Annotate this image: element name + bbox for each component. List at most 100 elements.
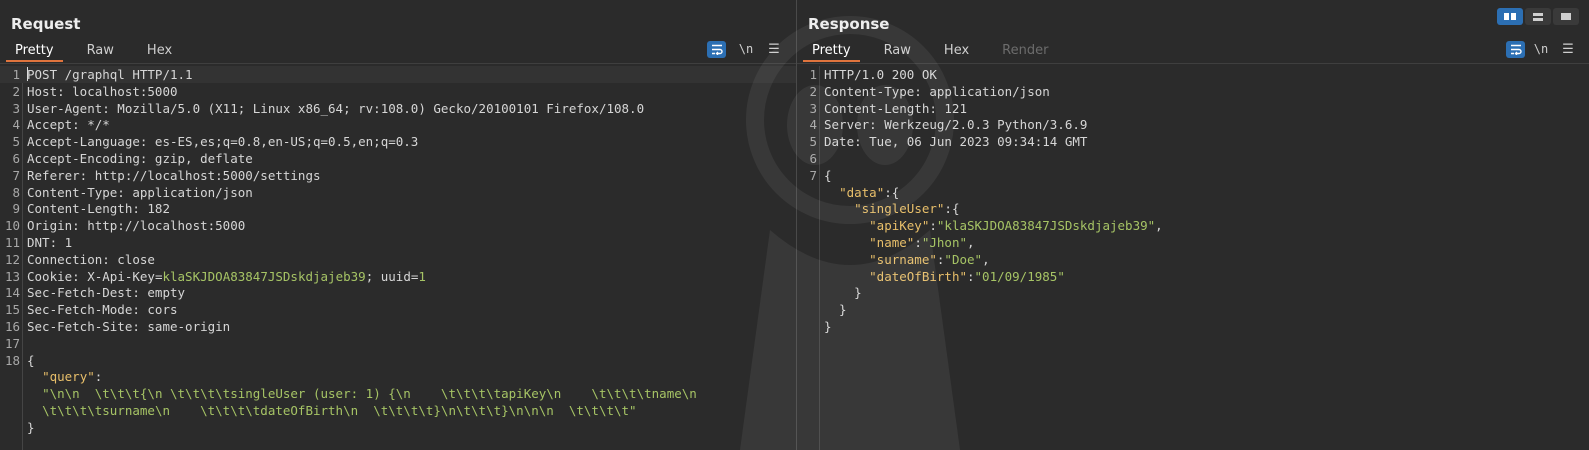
request-line[interactable]: 7 Referer: http://localhost:5000/settings: [0, 167, 796, 184]
request-line-text: Sec-Fetch-Mode: cors: [27, 302, 178, 318]
response-line[interactable]: 3 Content-Length: 121: [797, 100, 1589, 117]
response-line[interactable]: "singleUser":{: [797, 200, 1589, 217]
response-line-number: 1: [809, 67, 817, 82]
response-line-text: }: [824, 285, 862, 301]
response-line[interactable]: 4 Server: Werkzeug/2.0.3 Python/3.6.9: [797, 116, 1589, 133]
response-line[interactable]: 1 HTTP/1.0 200 OK: [797, 66, 1589, 83]
response-wrap-lines-button[interactable]: [1506, 41, 1525, 58]
request-line[interactable]: 1 POST /graphql HTTP/1.1: [0, 66, 796, 83]
layout-stacked-icon[interactable]: [1525, 8, 1551, 25]
response-line-text: "surname":"Doe",: [869, 251, 990, 267]
request-line-number: 13: [4, 268, 20, 284]
request-tab-pretty[interactable]: Pretty: [6, 42, 63, 62]
response-line[interactable]: "surname":"Doe",: [797, 251, 1589, 268]
response-newline-toggle[interactable]: \n: [1532, 41, 1550, 58]
request-line[interactable]: 16 Sec-Fetch-Site: same-origin: [0, 318, 796, 335]
request-title: Request: [11, 15, 81, 33]
layout-side-by-side-icon[interactable]: [1497, 8, 1523, 25]
layout-tabs-icon[interactable]: [1553, 8, 1579, 25]
request-newline-toggle[interactable]: \n: [737, 41, 755, 58]
response-line-text: "apiKey":"klaSKJDOA83847JSDskdjajeb39",: [869, 218, 1163, 234]
request-line[interactable]: 12 Connection: close: [0, 251, 796, 268]
request-line-number: 2: [12, 83, 20, 99]
wrap-lines-icon: [1510, 44, 1522, 55]
request-pane: Request Pretty Raw Hex \n ☰ 1 POST /graph…: [0, 0, 796, 450]
request-line-text: {: [27, 352, 35, 368]
response-line[interactable]: "apiKey":"klaSKJDOA83847JSDskdjajeb39",: [797, 217, 1589, 234]
response-tab-hex[interactable]: Hex: [935, 42, 978, 62]
response-line[interactable]: "data":{: [797, 184, 1589, 201]
request-line[interactable]: 2 Host: localhost:5000: [0, 83, 796, 100]
response-line-number: 4: [809, 117, 817, 133]
request-line-text: Referer: http://localhost:5000/settings: [27, 167, 321, 183]
request-line-number: 12: [4, 251, 20, 267]
wrap-lines-icon: [711, 44, 723, 55]
response-line[interactable]: 5 Date: Tue, 06 Jun 2023 09:34:14 GMT: [797, 133, 1589, 150]
request-line-text: Origin: http://localhost:5000: [27, 218, 246, 234]
request-line[interactable]: 13 Cookie: X-Api-Key=klaSKJDOA83847JSDskd…: [0, 268, 796, 285]
request-line[interactable]: 4 Accept: */*: [0, 116, 796, 133]
response-line-text: "dateOfBirth":"01/09/1985": [869, 268, 1065, 284]
response-line-text: HTTP/1.0 200 OK: [824, 67, 937, 82]
request-line[interactable]: "\n\n \t\t\t{\n \t\t\t\tsingleUser (user…: [0, 385, 796, 402]
request-line[interactable]: 8 Content-Type: application/json: [0, 184, 796, 201]
request-line-text: Content-Type: application/json: [27, 184, 253, 200]
response-line[interactable]: }: [797, 301, 1589, 318]
response-pane: Response Pretty Raw Hex Render \n ☰ 1 HTT…: [797, 0, 1589, 450]
request-line[interactable]: 3 User-Agent: Mozilla/5.0 (X11; Linux x86…: [0, 100, 796, 117]
response-line-number: 5: [809, 134, 817, 150]
request-line[interactable]: 9 Content-Length: 182: [0, 200, 796, 217]
response-line[interactable]: "dateOfBirth":"01/09/1985": [797, 268, 1589, 285]
request-line-number: 3: [12, 100, 20, 116]
response-tabs: Pretty Raw Hex Render: [803, 42, 1072, 62]
response-line-text: "name":"Jhon",: [869, 235, 975, 250]
request-line-number: 7: [12, 167, 20, 183]
request-line[interactable]: 14 Sec-Fetch-Dest: empty: [0, 284, 796, 301]
request-line-text: Sec-Fetch-Dest: empty: [27, 285, 186, 301]
request-line[interactable]: 6 Accept-Encoding: gzip, deflate: [0, 150, 796, 167]
request-line[interactable]: 17: [0, 335, 796, 352]
response-line[interactable]: }: [797, 284, 1589, 301]
request-line[interactable]: 5 Accept-Language: es-ES,es;q=0.8,en-US;q…: [0, 133, 796, 150]
request-line[interactable]: 11 DNT: 1: [0, 234, 796, 251]
request-wrap-lines-button[interactable]: [707, 41, 726, 58]
response-line[interactable]: "name":"Jhon",: [797, 234, 1589, 251]
response-line[interactable]: 6: [797, 150, 1589, 167]
request-line[interactable]: 10 Origin: http://localhost:5000: [0, 217, 796, 234]
response-line-text: }: [824, 319, 832, 334]
request-line[interactable]: }: [0, 419, 796, 436]
request-line-text: Cookie: X-Api-Key=klaSKJDOA83847JSDskdja…: [27, 268, 426, 284]
response-menu-icon[interactable]: ☰: [1561, 41, 1575, 58]
response-tab-raw[interactable]: Raw: [875, 42, 920, 62]
request-line-text: \t\t\t\tsurname\n \t\t\t\tdateOfBirth\n …: [42, 403, 637, 418]
request-tab-raw[interactable]: Raw: [78, 42, 123, 62]
request-editor[interactable]: 1 POST /graphql HTTP/1.1 2 Host: localhost:…: [0, 66, 796, 450]
request-line-text: Accept: */*: [27, 117, 110, 133]
response-line-text: "singleUser":{: [854, 201, 960, 217]
request-line[interactable]: 18 {: [0, 352, 796, 369]
response-line-text: Date: Tue, 06 Jun 2023 09:34:14 GMT: [824, 134, 1088, 150]
response-tab-pretty[interactable]: Pretty: [803, 42, 860, 62]
request-line[interactable]: "query":: [0, 368, 796, 385]
request-line-number: 15: [4, 302, 20, 318]
response-line[interactable]: }: [797, 318, 1589, 335]
request-line-text: DNT: 1: [27, 235, 73, 250]
response-line[interactable]: 2 Content-Type: application/json: [797, 83, 1589, 100]
response-line-text: }: [824, 302, 847, 318]
request-tab-hex[interactable]: Hex: [138, 42, 181, 62]
response-tab-render[interactable]: Render: [993, 42, 1057, 62]
request-line-text: Content-Length: 182: [27, 201, 170, 217]
request-line-text: }: [27, 419, 35, 435]
request-line-number: 8: [12, 184, 20, 200]
request-line-number: 1: [12, 67, 20, 82]
response-line[interactable]: 7{: [797, 167, 1589, 184]
request-line-number: 16: [4, 319, 20, 334]
request-line[interactable]: 15 Sec-Fetch-Mode: cors: [0, 301, 796, 318]
response-line-text: {: [824, 167, 832, 183]
response-title: Response: [808, 15, 890, 33]
request-menu-icon[interactable]: ☰: [767, 41, 781, 58]
request-line[interactable]: \t\t\t\tsurname\n \t\t\t\tdateOfBirth\n …: [0, 402, 796, 419]
response-editor[interactable]: 1 HTTP/1.0 200 OK 2 Content-Type: applicati…: [797, 66, 1589, 450]
request-line-number: 14: [4, 285, 20, 301]
request-line-number: 4: [12, 117, 20, 133]
